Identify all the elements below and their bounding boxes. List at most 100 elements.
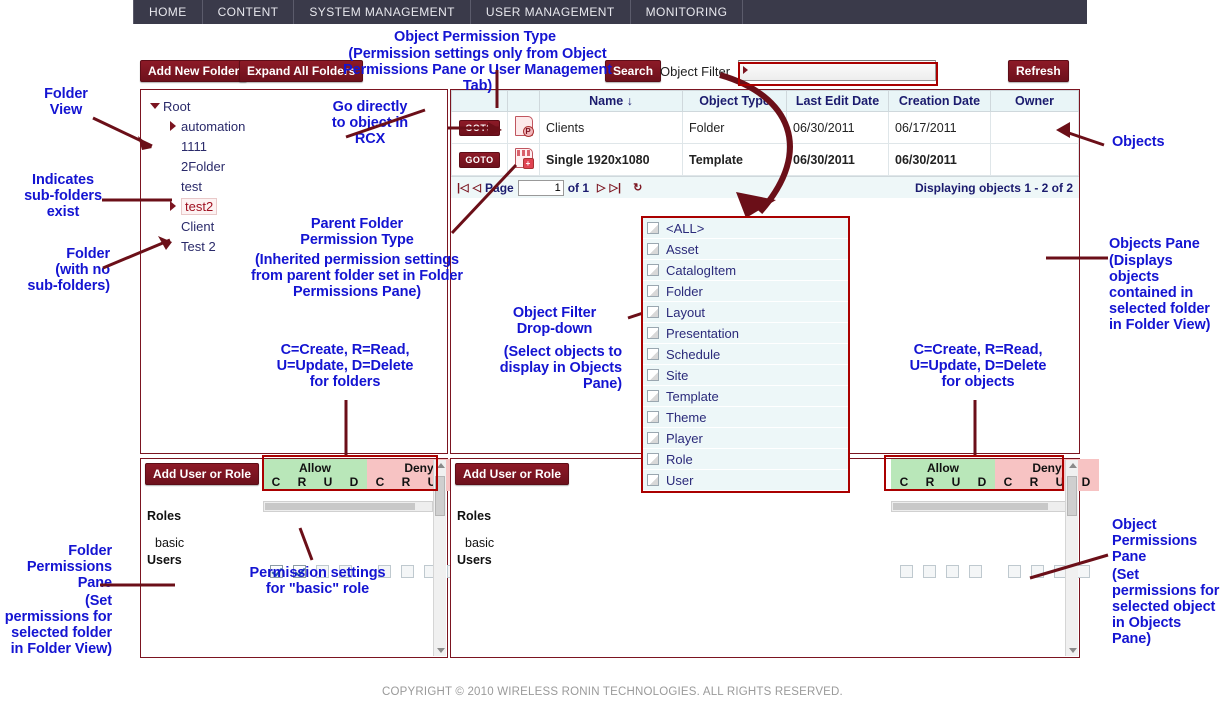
checkbox-icon[interactable] [647,411,659,423]
nav-item-system-management[interactable]: SYSTEM MANAGEMENT [294,0,471,24]
annotation-indicates-subfolders: Indicates sub-folders exist [24,172,102,220]
filter-option-presentation[interactable]: Presentation [643,323,848,344]
reload-icon[interactable]: ↻ [633,181,642,194]
annotation-permission-settings-basic: Permission settings for "basic" role [249,565,386,597]
chevron-down-icon[interactable] [147,103,163,109]
annotation-object-permissions-pane-title: Object Permissions Pane [1112,517,1198,565]
add-user-or-role-button[interactable]: Add User or Role [145,463,260,485]
tree-item-label: 1111 [181,138,208,154]
filter-option-user[interactable]: User [643,470,848,491]
checkbox-icon[interactable] [647,327,659,339]
tree-item-test[interactable]: test [147,176,447,196]
nav-item-home[interactable]: HOME [133,0,203,24]
tree-item-test2[interactable]: test2 [147,196,447,216]
checkbox-icon[interactable] [647,222,659,234]
table-row[interactable]: GOTO + Single 1920x1080 Template 06/30/2… [451,143,1079,176]
checkbox-icon[interactable] [647,474,659,486]
filter-option-label: Folder [666,283,703,299]
scroll-up-icon[interactable] [1069,463,1077,468]
checkbox-icon[interactable] [647,369,659,381]
deny-create-checkbox[interactable] [1008,565,1021,578]
checkbox-icon[interactable] [647,285,659,297]
filter-option-label: Layout [666,304,706,320]
allow-label: Allow [299,461,331,475]
filter-option-all[interactable]: <ALL> [643,218,848,239]
role-basic-label: basic [155,536,185,550]
cell-object-type: Template [682,143,787,176]
nav-item-content[interactable]: CONTENT [203,0,295,24]
filter-option-label: Template [666,388,719,404]
filter-option-label: Player [666,430,703,446]
checkbox-icon[interactable] [647,306,659,318]
tree-item-label: 2Folder [181,158,226,174]
refresh-button[interactable]: Refresh [1008,60,1069,82]
filter-option-role[interactable]: Role [643,449,848,470]
filter-option-label: Asset [666,241,699,257]
cell-created: 06/30/2011 [888,143,991,176]
deny-c: C [375,475,385,489]
first-page-icon[interactable]: |◁ [457,181,469,194]
checkbox-icon[interactable] [647,432,659,444]
chevron-right-icon[interactable] [165,201,181,211]
annotation-crud-objects: C=Create, R=Read, U=Update, D=Delete for… [909,342,1047,390]
filter-option-folder[interactable]: Folder [643,281,848,302]
deny-delete-checkbox[interactable] [1077,565,1090,578]
add-new-folder-button[interactable]: Add New Folder [140,60,248,82]
add-user-or-role-button[interactable]: Add User or Role [455,463,570,485]
allow-read-checkbox[interactable] [923,565,936,578]
column-owner[interactable]: Owner [990,90,1079,112]
object-filter-dropdown[interactable]: <ALL> Asset CatalogItem Folder Layout Pr… [641,216,850,493]
roles-label: Roles [147,509,182,523]
folder-permissions-pane: Add User or Role Allow C R U D Deny C R … [140,458,471,658]
filter-option-catalogitem[interactable]: CatalogItem [643,260,848,281]
filter-option-label: Role [666,451,693,467]
checkbox-icon[interactable] [647,243,659,255]
filter-option-player[interactable]: Player [643,428,848,449]
allow-delete-checkbox[interactable] [969,565,982,578]
goto-button[interactable]: GOTO [459,151,500,168]
annotation-object-filter-title: Object Filter Drop-down [512,305,597,337]
checkbox-icon[interactable] [647,390,659,402]
prev-page-icon[interactable]: ◁ [473,181,481,194]
folder-permissions-header: Add User or Role Allow C R U D Deny C R … [141,459,471,499]
deny-read-checkbox[interactable] [1031,565,1044,578]
goto-button[interactable]: GOTO [459,119,500,136]
folder-perm-vscrollbar[interactable] [433,460,446,656]
filter-option-asset[interactable]: Asset [643,239,848,260]
annotation-object-filter-sub: (Select objects to display in Objects Pa… [499,344,622,392]
filter-option-theme[interactable]: Theme [643,407,848,428]
checkbox-icon[interactable] [647,264,659,276]
filter-option-schedule[interactable]: Schedule [643,344,848,365]
column-last-edit-date[interactable]: Last Edit Date [786,90,889,112]
checkbox-icon[interactable] [647,348,659,360]
column-object-type[interactable]: Object Type [682,90,787,112]
roles-label: Roles [457,509,492,523]
object-filter-input[interactable] [738,60,936,81]
table-row[interactable]: GOTO P Clients Folder 06/30/2011 06/17/2… [451,111,1079,144]
last-page-icon[interactable]: ▷| [610,181,622,194]
filter-option-site[interactable]: Site [643,365,848,386]
nav-item-monitoring[interactable]: MONITORING [631,0,744,24]
filter-option-template[interactable]: Template [643,386,848,407]
tree-item-label-selected: test2 [181,197,218,215]
checkbox-icon[interactable] [647,453,659,465]
scroll-down-icon[interactable] [1069,648,1077,653]
column-creation-date[interactable]: Creation Date [888,90,991,112]
allow-d: D [977,475,987,489]
chevron-right-icon [743,66,748,74]
next-page-icon[interactable]: ▷ [597,181,605,194]
deny-group [1003,565,1095,578]
filter-option-layout[interactable]: Layout [643,302,848,323]
object-perm-vscrollbar[interactable] [1065,460,1078,656]
annotation-folder-no-subfolders-title: Folder [66,246,110,262]
allow-create-checkbox[interactable] [900,565,913,578]
page-number-input[interactable] [517,179,564,196]
tree-item-2folder[interactable]: 2Folder [147,156,447,176]
object-permissions-body: Roles basic Users [451,507,1090,578]
allow-update-checkbox[interactable] [946,565,959,578]
scroll-down-icon[interactable] [437,648,445,653]
nav-item-user-management[interactable]: USER MANAGEMENT [471,0,631,24]
annotation-folder-permissions-pane-sub: (Set permissions for selected folder in … [4,593,112,657]
chevron-right-icon[interactable] [165,121,181,131]
scroll-up-icon[interactable] [437,463,445,468]
